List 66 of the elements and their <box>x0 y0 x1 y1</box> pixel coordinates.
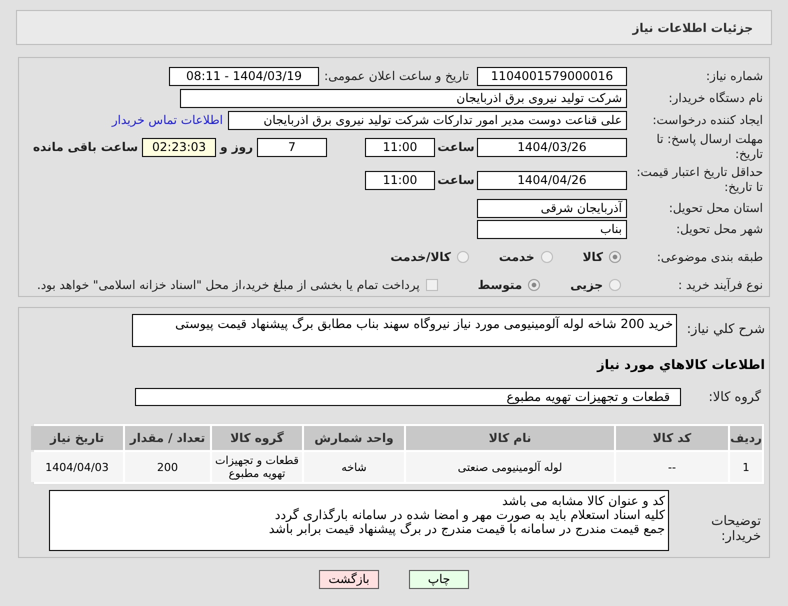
input-field[interactable]: 1104001579000016 <box>477 66 627 86</box>
page-title: جزئیات اطلاعات نیاز <box>632 20 753 36</box>
field-label: ساعت <box>436 172 476 189</box>
field-label: نام دستگاه خریدار: <box>668 90 763 106</box>
column-header: تعداد / مقدار <box>125 426 210 450</box>
column-header: تاریخ نیاز <box>31 426 123 450</box>
text-line: جمع قیمت مندرج در سامانه با قیمت مندرج در برگ پیشنهاد قیمت برابر باشد <box>268 522 665 536</box>
input-field[interactable]: شرکت تولید نیروی برق اذربایجان <box>180 88 627 108</box>
table-cell: 200 <box>125 452 210 482</box>
field-label: توضیحات خریدار: <box>710 513 762 544</box>
field-label: مهلت ارسال پاسخ: تا تاریخ: <box>655 132 763 162</box>
table-cell: -- <box>616 452 728 482</box>
text-line: کد و عنوان کالا مشابه می باشد <box>501 494 665 508</box>
input-field[interactable]: 1404/03/26 <box>477 138 627 156</box>
radio-button[interactable] <box>540 251 553 263</box>
text-line: کلیه اسناد استعلام باید به صورت مهر و امضا شده در سامانه بارگذاری گردد <box>274 508 665 522</box>
checkbox[interactable] <box>426 279 438 291</box>
section-title: اطلاعات کالاهاي مورد نياز <box>596 357 765 375</box>
field-label: استان محل تحویل: <box>668 200 763 216</box>
column-header: کد کالا <box>616 426 728 450</box>
contact-link[interactable]: اطلاعات تماس خریدار <box>112 111 223 129</box>
input-field[interactable]: 11:00 <box>365 138 435 156</box>
field-label: ساعت باقی مانده <box>33 139 138 156</box>
field-label: شرح کلي نياز: <box>686 321 765 337</box>
field-label: شهر محل تحویل: <box>675 222 763 236</box>
field-label: پرداخت تمام یا بخشی از مبلغ خرید،از محل "اسناد خزانه اسلامی" خواهد بود. <box>37 277 420 294</box>
table-cell: قطعات و تجهیزات تهویه مطبوع <box>212 452 302 482</box>
table-cell: 1 <box>730 452 762 482</box>
table-cell: 1404/04/03 <box>31 452 123 482</box>
field-label: حداقل تاریخ اعتبار قیمت: تا تاریخ: <box>635 165 763 195</box>
radio-button[interactable] <box>609 279 621 291</box>
input-field[interactable]: بناب <box>477 220 627 238</box>
field-label: کالا <box>582 249 603 266</box>
field-label: کالا/خدمت <box>390 249 451 266</box>
field-label: طبقه بندی موضوعی: <box>656 250 763 264</box>
radio-button[interactable] <box>456 251 469 263</box>
input-field[interactable]: آذربایجان شرقی <box>477 198 627 218</box>
input-field[interactable]: علی قناعت دوست مدیر امور تدارکات شرکت تولید نیروی برق اذربایجان <box>228 110 627 130</box>
field-label: جزیی <box>570 277 603 294</box>
field-label: ساعت <box>436 139 476 156</box>
input-field[interactable]: 11:00 <box>365 170 435 190</box>
field-label: شماره نیاز: <box>705 68 763 84</box>
text-area[interactable]: خرید 200 شاخه لوله آلومینیومی مورد نیاز نیروگاه سهند بناب مطابق برگ پیشنهاد قیمت پیوستی <box>132 314 677 347</box>
field-label: تاریخ و ساعت اعلان عمومی: <box>325 68 469 85</box>
field-label: روز و <box>220 139 253 156</box>
radio-button[interactable] <box>528 279 540 291</box>
input-field[interactable]: 1404/04/26 <box>477 170 627 190</box>
input-field[interactable]: 1404/03/19 - 08:11 <box>169 66 319 86</box>
field-label: گروه کالا: <box>707 390 762 404</box>
column-header: نام کالا <box>406 426 614 450</box>
field-label: نوع فرآیند خرید : <box>677 278 763 292</box>
input-field[interactable]: قطعات و تجهیزات تهویه مطبوع <box>135 388 681 406</box>
table-cell: لوله آلومینیومی صنعتی <box>406 452 614 482</box>
column-header: ردیف <box>730 426 762 450</box>
back-button[interactable]: بازگشت <box>319 570 379 589</box>
text-area[interactable]: کد و عنوان کالا مشابه می باشد کلیه اسناد استعلام باید به صورت مهر و امضا شده در سامانه بارگذاری گردد جمع قیمت مندرج در سامانه با قیمت مندرج در برگ پیشنهاد قیمت برابر باشد <box>49 490 669 551</box>
print-button[interactable]: چاپ <box>409 570 469 589</box>
field-label: متوسط <box>478 277 522 294</box>
input-field[interactable]: 7 <box>257 138 327 156</box>
column-header: واحد شمارش <box>304 426 404 450</box>
radio-button[interactable] <box>609 251 621 263</box>
field-label: خدمت <box>498 249 535 266</box>
input-field[interactable]: 02:23:03 <box>142 138 216 156</box>
column-header: گروه کالا <box>212 426 302 450</box>
field-label: ایجاد کننده درخواست: <box>651 112 763 128</box>
table-cell: شاخه <box>304 452 404 482</box>
